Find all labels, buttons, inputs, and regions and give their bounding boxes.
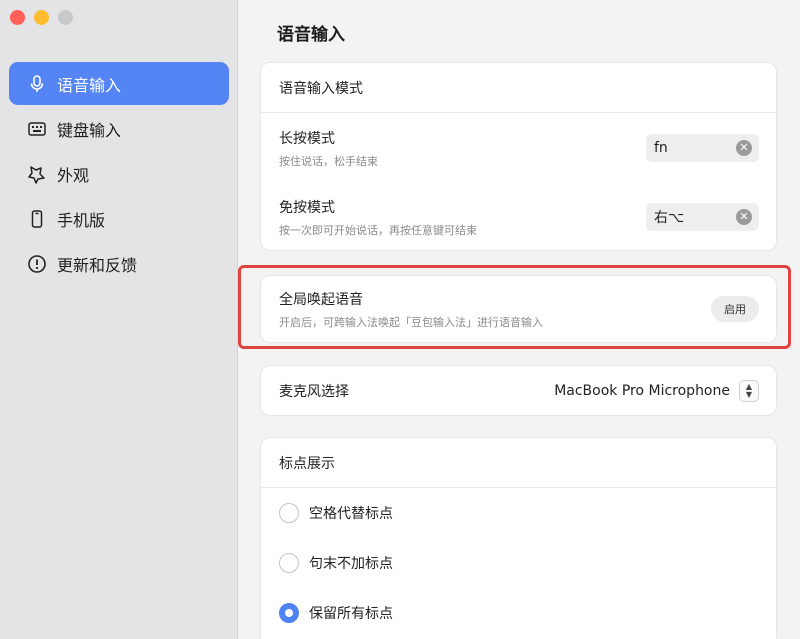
clear-icon[interactable]: ✕: [736, 209, 752, 225]
card-header: 语音输入模式: [261, 63, 776, 113]
sidebar-item-label: 外观: [57, 165, 90, 185]
microphone-select-stepper[interactable]: ▲ ▼: [739, 379, 759, 402]
chevron-down-icon: ▼: [745, 389, 753, 399]
keyboard-icon: [27, 119, 47, 139]
microphone-icon: [27, 74, 47, 94]
radio-option-no-end-punct[interactable]: 句末不加标点: [261, 538, 776, 588]
punctuation-card: 标点展示 空格代替标点 句末不加标点 保留所有标点: [260, 437, 777, 639]
sidebar-item-label: 键盘输入: [57, 120, 122, 140]
hands-free-mode-row: 免按模式 按一次即可开始说话，再按任意键可结束 右⌥ ✕: [261, 183, 776, 251]
global-wake-row: 全局唤起语音 开启后，可跨输入法唤起「豆包输入法」进行语音输入 启用: [261, 276, 776, 342]
minimize-window-button[interactable]: [34, 10, 49, 25]
radio-label: 保留所有标点: [309, 606, 393, 622]
clear-icon[interactable]: ✕: [736, 140, 752, 156]
row-title: 长按模式: [279, 130, 335, 147]
key-value: 右⌥: [654, 210, 685, 226]
sidebar-item-voice-input[interactable]: 语音输入: [9, 62, 229, 105]
appearance-icon: [27, 164, 47, 184]
phone-icon: [27, 209, 47, 229]
info-icon: [27, 254, 47, 274]
voice-mode-card: 语音输入模式 长按模式 按住说话，松手结束 fn ✕ 免按模式 按一次即可开始说…: [260, 62, 777, 251]
row-subtitle: 开启后，可跨输入法唤起「豆包输入法」进行语音输入: [279, 315, 543, 329]
row-title: 免按模式: [279, 199, 335, 216]
radio-button[interactable]: [279, 503, 299, 523]
sidebar-item-label: 更新和反馈: [57, 255, 138, 275]
settings-window: 语音输入 键盘输入 外观 手机版 更新和反馈 语音输入 语音输入模式 长按模式 …: [0, 0, 800, 639]
sidebar-nav: 语音输入 键盘输入 外观 手机版 更新和反馈: [9, 62, 229, 287]
radio-option-keep-all[interactable]: 保留所有标点: [261, 588, 776, 638]
radio-option-space-instead[interactable]: 空格代替标点: [261, 488, 776, 538]
sidebar-item-label: 手机版: [57, 210, 106, 230]
hands-free-key-field[interactable]: 右⌥ ✕: [646, 203, 759, 231]
page-title: 语音输入: [277, 25, 345, 45]
row-subtitle: 按住说话，松手结束: [279, 154, 378, 168]
close-window-button[interactable]: [10, 10, 25, 25]
microphone-card: 麦克风选择 MacBook Pro Microphone ▲ ▼: [260, 365, 777, 416]
card-header: 标点展示: [261, 438, 776, 488]
enable-button[interactable]: 启用: [711, 296, 759, 322]
row-subtitle: 按一次即可开始说话，再按任意键可结束: [279, 223, 477, 237]
sidebar-item-keyboard-input[interactable]: 键盘输入: [9, 107, 229, 150]
window-controls: [10, 10, 73, 25]
sidebar-item-appearance[interactable]: 外观: [9, 152, 229, 195]
long-press-key-field[interactable]: fn ✕: [646, 134, 759, 162]
key-value: fn: [654, 140, 668, 156]
microphone-row: 麦克风选择 MacBook Pro Microphone ▲ ▼: [261, 366, 776, 415]
sidebar-item-mobile[interactable]: 手机版: [9, 197, 229, 240]
main-content: 语音输入 语音输入模式 长按模式 按住说话，松手结束 fn ✕ 免按模式 按一次…: [238, 0, 800, 639]
microphone-select-value[interactable]: MacBook Pro Microphone: [554, 383, 730, 399]
radio-label: 空格代替标点: [309, 506, 393, 522]
sidebar-item-label: 语音输入: [57, 75, 122, 95]
zoom-window-button[interactable]: [58, 10, 73, 25]
long-press-mode-row: 长按模式 按住说话，松手结束 fn ✕: [261, 113, 776, 183]
row-title: 全局唤起语音: [279, 291, 363, 308]
sidebar-item-updates-feedback[interactable]: 更新和反馈: [9, 242, 229, 285]
radio-button[interactable]: [279, 553, 299, 573]
radio-button-selected[interactable]: [279, 603, 299, 623]
row-title: 麦克风选择: [279, 383, 349, 400]
global-wake-card: 全局唤起语音 开启后，可跨输入法唤起「豆包输入法」进行语音输入 启用: [260, 275, 777, 343]
radio-label: 句末不加标点: [309, 556, 393, 572]
sidebar: 语音输入 键盘输入 外观 手机版 更新和反馈: [0, 0, 238, 639]
